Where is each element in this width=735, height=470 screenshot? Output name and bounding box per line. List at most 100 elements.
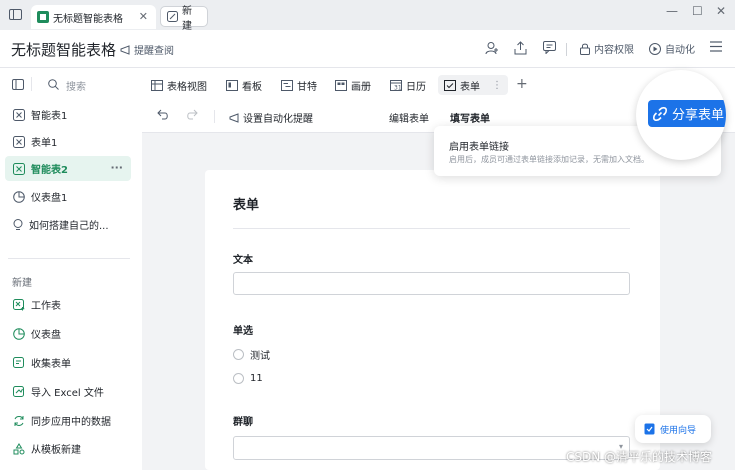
tab-gallery[interactable]: 画册: [335, 75, 371, 95]
remind-button[interactable]: 提醒查阅: [120, 42, 174, 57]
tab-document-label: 无标题智能表格: [53, 13, 123, 25]
radio-circle[interactable]: [233, 373, 244, 384]
sidebar-toggle-icon[interactable]: [9, 9, 22, 20]
tab-label: 甘特: [297, 81, 317, 93]
form-card: 表单 文本 单选 测试 11 群聊 ▾: [205, 170, 660, 470]
field-text-label: 文本: [233, 255, 253, 266]
share-upload-icon[interactable]: [514, 41, 527, 55]
guide-label: 使用向导: [660, 425, 697, 436]
import-icon: [13, 385, 25, 398]
new-item-label: 工作表: [31, 301, 61, 312]
sidebar-item-form-1[interactable]: 表单1: [5, 129, 131, 154]
edit-icon: [167, 11, 178, 22]
search-icon[interactable]: [48, 79, 59, 90]
sidebar-top-divider: [31, 77, 32, 91]
tab-kanban[interactable]: 看板: [226, 75, 262, 95]
radio-option-11[interactable]: 11: [233, 373, 263, 384]
tab-gantt[interactable]: 甘特: [281, 75, 317, 95]
tab-label: 日历: [406, 81, 426, 93]
new-item-label: 从模板新建: [31, 445, 81, 456]
popover-title: 启用表单链接: [449, 142, 509, 153]
fill-form-tab[interactable]: 填写表单: [450, 110, 490, 125]
search-input[interactable]: 搜索: [66, 78, 86, 93]
from-template-item[interactable]: 从模板新建: [5, 436, 131, 461]
close-window-icon[interactable]: ✕: [716, 4, 726, 18]
sidebar-item-label: 表单1: [31, 138, 58, 149]
new-item-label: 导入 Excel 文件: [31, 388, 104, 399]
remind-icon: [120, 44, 131, 55]
sheet-icon: [13, 135, 25, 148]
auto-remind-label: 设置自动化提醒: [243, 114, 313, 125]
sync-icon: [13, 415, 25, 427]
field-single-choice-label: 单选: [233, 326, 253, 337]
undo-icon[interactable]: [157, 109, 169, 120]
zoom-highlight: 分享表单: [636, 70, 726, 160]
maximize-icon[interactable]: ☐: [692, 4, 703, 18]
new-form-item[interactable]: 收集表单: [5, 350, 131, 375]
gallery-icon: [335, 79, 347, 91]
close-tab-icon[interactable]: ✕: [139, 10, 148, 23]
auto-remind-button[interactable]: 设置自动化提醒: [229, 110, 313, 125]
edit-form-tab[interactable]: 编辑表单: [389, 110, 429, 125]
smart-sheet-icon: [37, 11, 49, 23]
header-divider: [566, 43, 567, 56]
radio-option-label: 11: [250, 373, 263, 384]
radio-circle[interactable]: [233, 349, 244, 360]
sidebar-item-label: 仪表盘1: [31, 193, 68, 204]
usage-guide-button[interactable]: 使用向导: [635, 415, 711, 443]
new-form-icon: [13, 356, 25, 369]
tab-label: 表格视图: [167, 81, 207, 93]
share-form-label: 分享表单: [672, 108, 725, 123]
tab-new-label: 新建: [182, 5, 192, 32]
tab-calendar[interactable]: 31 日历: [390, 75, 426, 95]
permission-label: 内容权限: [594, 45, 634, 56]
sidebar-item-tutorial[interactable]: 如何搭建自己的...: [5, 212, 131, 237]
radio-option-label: 测试: [250, 351, 270, 362]
fill-form-label: 填写表单: [450, 114, 490, 125]
sidebar-item-smart-sheet-1[interactable]: 智能表1: [5, 102, 131, 127]
redo-icon[interactable]: [186, 109, 198, 120]
tab-form[interactable]: 表单 ⋮: [438, 75, 508, 95]
sidebar-divider: [8, 258, 130, 259]
tab-new[interactable]: 新建: [160, 6, 208, 32]
panel-collapse-icon[interactable]: [12, 79, 24, 90]
sidebar-item-label: 如何搭建自己的...: [29, 221, 109, 232]
watermark: CSDN @清平乐的技术博客: [566, 450, 713, 464]
new-item-label: 仪表盘: [31, 330, 61, 341]
form-title-divider: [233, 228, 630, 229]
radio-option-test[interactable]: 测试: [233, 347, 270, 362]
text-field-input[interactable]: [233, 272, 630, 295]
sidebar-item-smart-sheet-2[interactable]: 智能表2 ···: [5, 156, 131, 181]
import-excel-item[interactable]: 导入 Excel 文件: [5, 379, 131, 404]
tab-grid-view[interactable]: 表格视图: [151, 75, 207, 95]
sidebar: 搜索 智能表1 表单1 智能表2 ··· 仪表盘1 如何搭建自己的... 新建 …: [0, 69, 142, 470]
menu-icon[interactable]: [710, 41, 722, 52]
add-member-icon[interactable]: [485, 41, 499, 55]
remind-icon: [229, 112, 240, 123]
remind-label: 提醒查阅: [134, 46, 174, 57]
grid-icon: [151, 79, 163, 91]
sidebar-item-dashboard-1[interactable]: 仪表盘1: [5, 184, 131, 209]
lock-icon: [580, 43, 590, 55]
automation-label: 自动化: [665, 45, 695, 56]
tab-label: 表单: [460, 81, 480, 93]
link-icon: [652, 106, 668, 122]
comment-icon[interactable]: [543, 41, 556, 54]
minimize-icon[interactable]: —: [666, 4, 678, 18]
edit-form-label: 编辑表单: [389, 114, 429, 125]
tab-more-icon[interactable]: ⋮: [492, 80, 502, 91]
sidebar-item-label: 智能表2: [31, 165, 68, 176]
document-title[interactable]: 无标题智能表格: [11, 39, 116, 60]
play-circle-icon: [649, 42, 661, 55]
share-form-button[interactable]: 分享表单: [648, 100, 726, 127]
new-dashboard-item[interactable]: 仪表盘: [5, 321, 131, 346]
automation-button[interactable]: 自动化: [649, 41, 695, 56]
add-view-icon[interactable]: +: [516, 76, 528, 92]
new-worksheet-item[interactable]: 工作表: [5, 292, 131, 317]
permission-button[interactable]: 内容权限: [580, 41, 634, 56]
sync-data-item[interactable]: 同步应用中的数据: [5, 408, 131, 433]
more-icon[interactable]: ···: [110, 161, 123, 174]
new-item-label: 同步应用中的数据: [31, 417, 111, 428]
tab-document[interactable]: 无标题智能表格 ✕: [31, 5, 156, 29]
form-icon: [444, 79, 456, 91]
